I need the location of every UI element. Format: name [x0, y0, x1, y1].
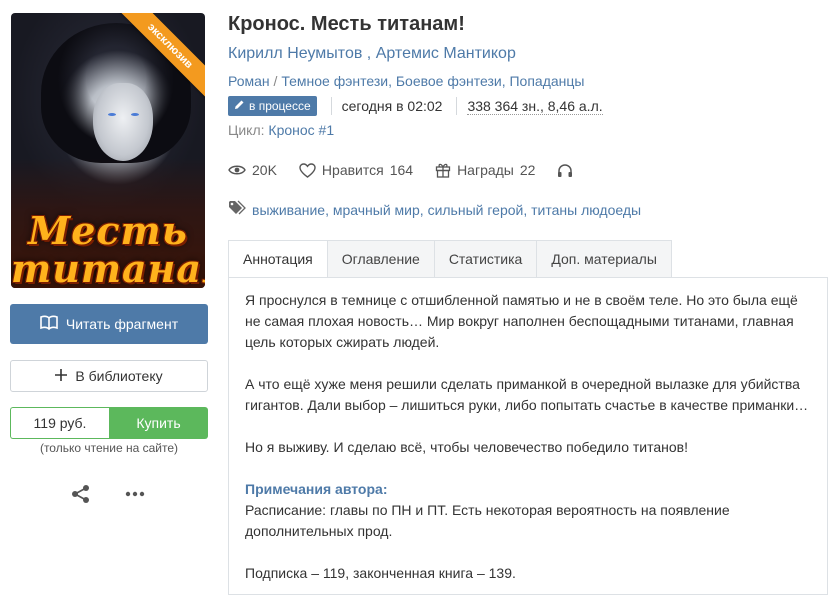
updated-time: сегодня в 02:02	[341, 98, 443, 114]
tab-statistics[interactable]: Статистика	[434, 240, 538, 278]
cycle-link[interactable]: Кронос #1	[268, 122, 334, 138]
divider	[456, 97, 458, 115]
heart-icon	[299, 162, 316, 178]
add-to-library-label: В библиотеку	[75, 368, 163, 384]
more-icon[interactable]	[124, 484, 146, 504]
plus-icon	[55, 368, 68, 384]
tag-links[interactable]: выживание, мрачный мир, сильный герой, т…	[252, 202, 641, 218]
headphones-icon	[557, 163, 573, 178]
book-size[interactable]: 338 364 зн., 8,46 а.л.	[467, 98, 603, 115]
likes-label: Нравится	[321, 162, 384, 178]
tag-icon	[228, 200, 246, 219]
cover-art-eye	[108, 113, 116, 116]
awards-count: 22	[519, 162, 536, 178]
stats-row: 20K Нравится 164 Награды 22	[228, 159, 595, 181]
tags-row: выживание, мрачный мир, сильный герой, т…	[228, 200, 641, 219]
buy-button[interactable]: Купить	[109, 407, 208, 439]
price-box: 119 руб.	[10, 407, 109, 439]
annotation-paragraph: Но я выживу. И сделаю всё, чтобы человеч…	[245, 439, 688, 455]
authors: Кирилл Неумытов , Артемис Мантикор	[228, 45, 516, 63]
subscription-info: Подписка – 119, законченная книга – 139.	[245, 565, 516, 581]
status-label: в процессе	[249, 99, 311, 113]
cover-art-face	[93, 83, 153, 161]
genre-links[interactable]: Темное фэнтези, Боевое фэнтези, Попаданц…	[281, 73, 584, 89]
audio-stat[interactable]	[557, 163, 573, 178]
read-fragment-label: Читать фрагмент	[65, 316, 179, 332]
meta-row: в процессе сегодня в 02:02 338 364 зн., …	[228, 95, 603, 117]
cover-title-line2: титанам!	[11, 246, 205, 288]
genres: Роман / Темное фэнтези, Боевое фэнтези, …	[228, 73, 584, 89]
annotation-panel: Я проснулся в темнице с отшибленной памя…	[228, 277, 828, 595]
cycle-label: Цикл:	[228, 122, 265, 138]
cycle: Цикл: Кронос #1	[228, 122, 334, 138]
tab-annotation[interactable]: Аннотация	[228, 240, 328, 278]
annotation-paragraph: А что ещё хуже меня решили сделать прима…	[245, 376, 809, 413]
divider	[330, 97, 332, 115]
eye-icon	[228, 164, 246, 176]
author-notes-title: Примечания автора:	[245, 481, 388, 497]
genre-primary-link[interactable]: Роман	[228, 73, 270, 89]
author-link[interactable]: Кирилл Неумытов	[228, 45, 362, 62]
views-count: 20K	[252, 162, 277, 178]
tab-extra-materials[interactable]: Доп. материалы	[537, 240, 672, 278]
book-cover[interactable]: Месть титанам!	[11, 13, 205, 288]
author-notes: Расписание: главы по ПН и ПТ. Есть некот…	[245, 502, 730, 539]
book-icon	[40, 315, 58, 333]
gift-icon	[435, 162, 451, 178]
likes-count: 164	[389, 162, 414, 178]
author-link[interactable]: Артемис Мантикор	[376, 45, 516, 62]
book-title: Кронос. Месть титанам!	[228, 13, 465, 35]
genre-separator: /	[269, 73, 282, 89]
pencil-icon	[234, 96, 245, 116]
annotation-paragraph: Я проснулся в темнице с отшибленной памя…	[245, 292, 798, 350]
buy-note: (только чтение на сайте)	[39, 441, 179, 455]
add-to-library-button[interactable]: В библиотеку	[10, 360, 208, 392]
awards-stat[interactable]: Награды 22	[435, 162, 535, 178]
cover-art-eye	[131, 113, 139, 116]
share-icon[interactable]	[70, 484, 92, 504]
tabs: Аннотация Оглавление Статистика Доп. мат…	[228, 240, 672, 278]
status-badge: в процессе	[228, 96, 317, 116]
awards-label: Награды	[457, 162, 514, 178]
likes-stat[interactable]: Нравится 164	[299, 162, 413, 178]
author-separator: ,	[362, 45, 376, 62]
read-fragment-button[interactable]: Читать фрагмент	[10, 304, 208, 344]
buy-row: 119 руб. Купить	[10, 407, 208, 439]
tab-contents[interactable]: Оглавление	[327, 240, 435, 278]
views-stat: 20K	[228, 162, 277, 178]
